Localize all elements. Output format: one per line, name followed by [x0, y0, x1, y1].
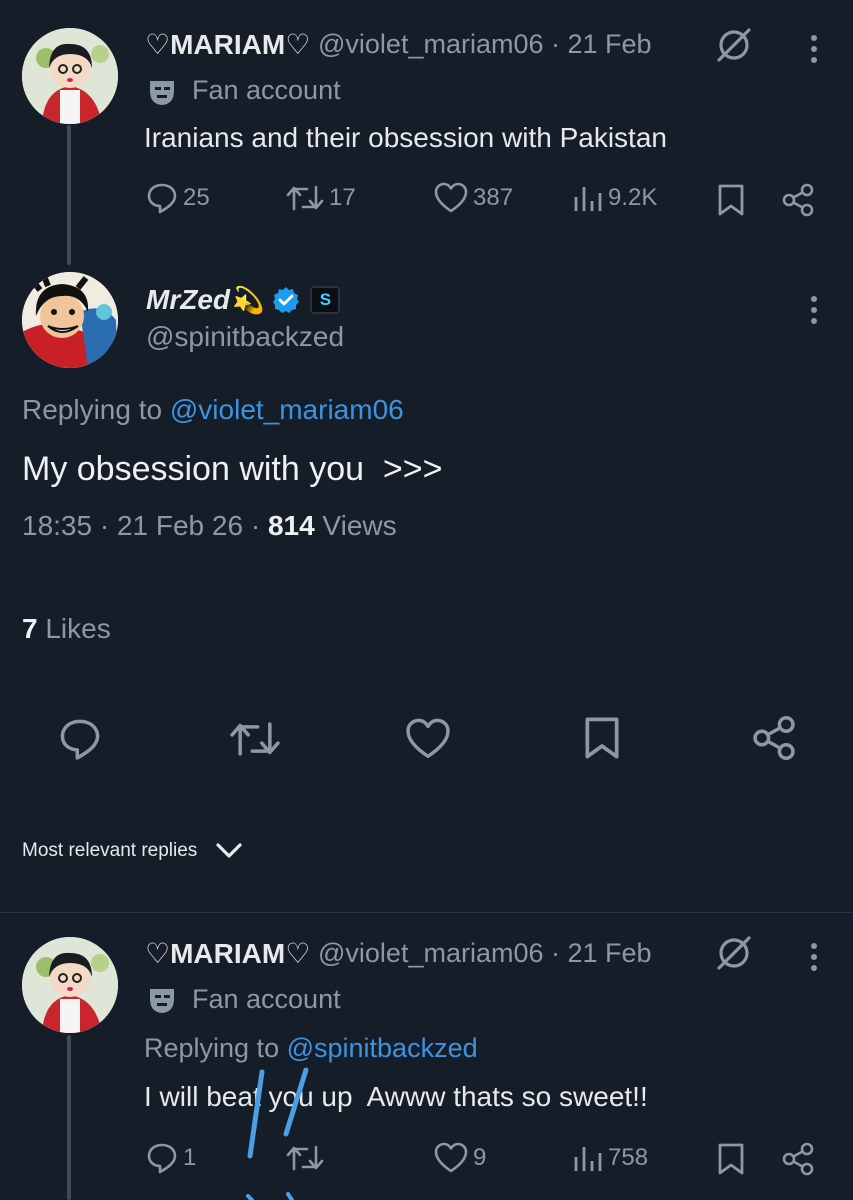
bookmark-button[interactable] — [716, 183, 746, 217]
verified-icon — [273, 287, 300, 313]
repost-count: 17 — [329, 184, 356, 211]
share-icon — [782, 1142, 814, 1176]
mask-icon — [147, 77, 177, 112]
handle-and-time[interactable]: @violet_mariam06 · 21 Feb — [318, 29, 652, 60]
tweet-text: My obsession with you >>> — [22, 450, 443, 488]
repost-icon — [230, 722, 280, 756]
avatar[interactable] — [22, 937, 118, 1033]
handle[interactable]: @spinitbackzed — [146, 321, 344, 353]
share-button[interactable] — [781, 183, 815, 217]
reply-icon — [147, 183, 177, 214]
bookmark-icon — [585, 717, 619, 759]
repost-button[interactable]: 17 — [285, 181, 356, 215]
likes-label: Likes — [37, 613, 111, 644]
replying-to: Replying to @spinitbackzed — [144, 1033, 478, 1064]
like-icon — [434, 182, 468, 213]
like-icon — [406, 718, 450, 759]
timestamp-row: 18:35 · 21 Feb 26 · 814 Views — [22, 510, 397, 542]
timestamp[interactable]: 18:35 · 21 Feb 26 · — [22, 510, 268, 541]
annotation-scribble — [246, 1067, 309, 1200]
name-emoji: 💫 — [232, 284, 265, 315]
share-icon — [753, 715, 795, 761]
subscription-badge: S — [310, 286, 341, 314]
views-label: Views — [314, 510, 397, 541]
like-button[interactable] — [404, 716, 452, 762]
share-button[interactable] — [751, 715, 797, 761]
repost-button[interactable] — [285, 1141, 325, 1175]
like-button[interactable]: 9 — [433, 1141, 486, 1175]
avatar[interactable] — [22, 28, 118, 124]
display-name-row[interactable]: MrZed 💫 S — [146, 284, 341, 316]
bookmark-icon — [718, 184, 744, 216]
share-button[interactable] — [781, 1142, 815, 1176]
reply-icon — [60, 719, 100, 760]
reply-icon — [147, 1143, 177, 1174]
views-icon — [574, 1147, 602, 1171]
repost-icon — [286, 185, 324, 211]
avatar[interactable] — [22, 272, 118, 368]
reply-button[interactable]: 1 — [145, 1141, 196, 1175]
reply-count: 25 — [183, 184, 210, 211]
divider — [0, 912, 853, 913]
replying-to: Replying to @violet_mariam06 — [22, 394, 404, 426]
hidden-icon[interactable] — [715, 935, 753, 971]
like-count: 9 — [473, 1144, 487, 1171]
views-count: 758 — [608, 1144, 649, 1171]
bookmark-button[interactable] — [582, 714, 622, 762]
hidden-icon[interactable] — [715, 27, 753, 63]
likes-count: 7 — [22, 613, 38, 644]
handle-and-time[interactable]: @violet_mariam06 · 21 Feb — [318, 938, 652, 969]
bookmark-button[interactable] — [716, 1142, 746, 1176]
tweet-text: I will beat you up Awww thats so sweet!! — [144, 1081, 648, 1112]
views-icon — [574, 187, 602, 211]
views-count: 814 — [267, 510, 315, 541]
bookmark-icon — [718, 1143, 744, 1175]
replying-mention[interactable]: @violet_mariam06 — [170, 394, 404, 425]
thread-line — [67, 125, 71, 265]
views-count: 9.2K — [608, 184, 658, 211]
display-name[interactable]: ♡MARIAM♡ — [145, 28, 310, 61]
fan-account-label: Fan account — [192, 984, 341, 1014]
share-icon — [782, 183, 814, 217]
tweet-text: Iranians and their obsession with Pakist… — [144, 122, 667, 153]
display-name[interactable]: ♡MARIAM♡ — [145, 937, 310, 970]
chevron-down-icon — [216, 843, 242, 858]
replying-prefix: Replying to — [22, 394, 170, 425]
display-name: MrZed — [146, 284, 230, 315]
more-icon[interactable] — [811, 296, 819, 329]
reply-button[interactable]: 25 — [145, 181, 210, 215]
sort-replies-toggle[interactable]: Most relevant replies — [22, 840, 243, 862]
replying-mention[interactable]: @spinitbackzed — [287, 1033, 478, 1063]
replying-prefix: Replying to — [144, 1033, 287, 1063]
more-icon[interactable] — [811, 35, 819, 68]
repost-button[interactable] — [228, 716, 282, 762]
likes-summary[interactable]: 7 Likes — [22, 613, 111, 645]
views-button[interactable]: 758 — [572, 1141, 648, 1175]
views-button[interactable]: 9.2K — [572, 181, 657, 215]
thread-line — [67, 1035, 71, 1200]
more-icon[interactable] — [811, 943, 819, 976]
reply-button[interactable] — [57, 716, 103, 762]
mask-icon — [147, 985, 177, 1020]
repost-icon — [286, 1145, 324, 1171]
reply-count: 1 — [183, 1144, 197, 1171]
sort-label: Most relevant replies — [22, 840, 198, 861]
like-count: 387 — [473, 184, 514, 211]
like-icon — [434, 1142, 468, 1173]
like-button[interactable]: 387 — [433, 181, 513, 215]
fan-account-label: Fan account — [192, 75, 341, 105]
